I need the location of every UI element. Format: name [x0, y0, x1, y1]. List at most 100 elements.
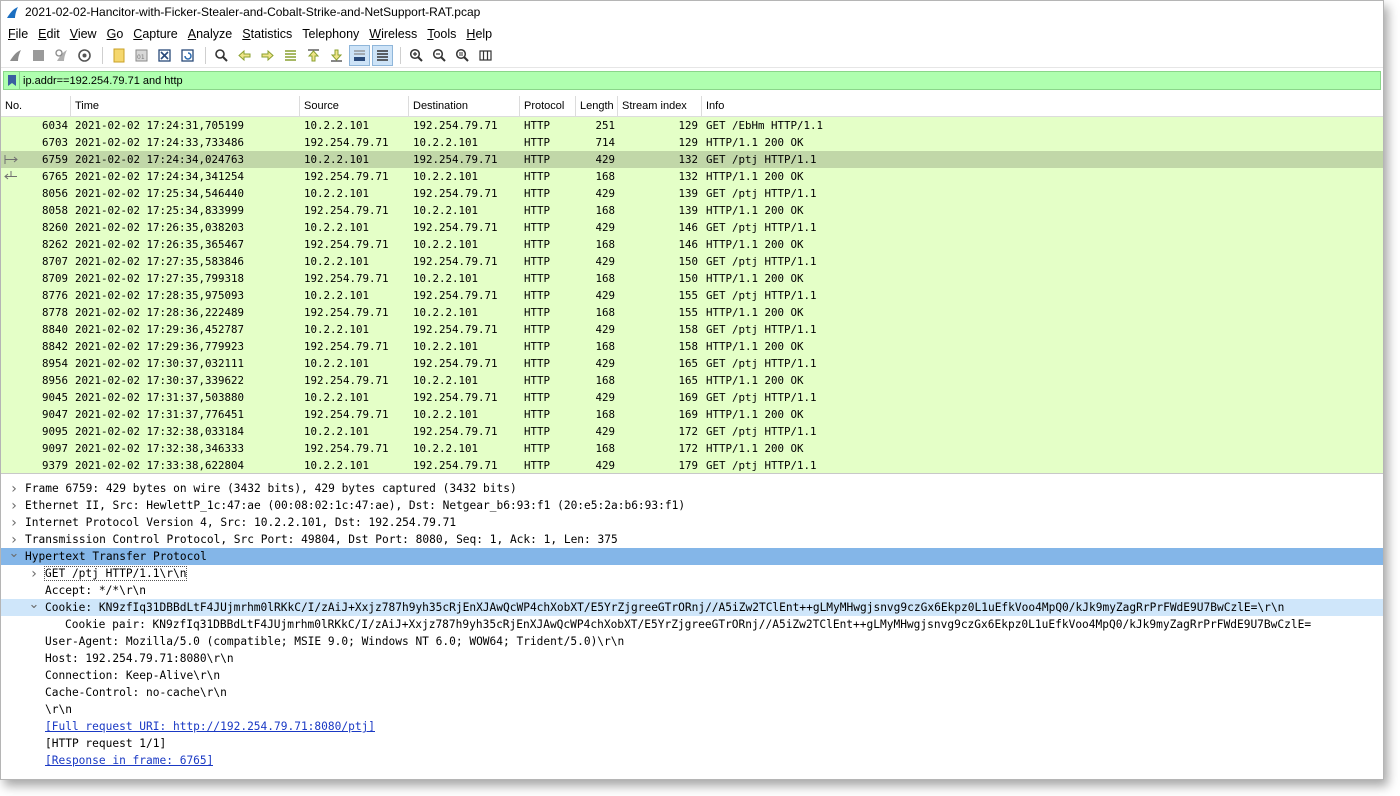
menu-go[interactable]: Go: [102, 27, 129, 41]
detail-tree-item[interactable]: › Frame 6759: 429 bytes on wire (3432 bit…: [1, 480, 1383, 497]
packet-time-text: 2021-02-02 17:24:33,733486: [75, 136, 245, 149]
menu-tools[interactable]: Tools: [422, 27, 461, 41]
packet-length: 429: [576, 253, 618, 270]
packet-source-text: 10.2.2.101: [304, 221, 370, 234]
detail-link[interactable]: [Full request URI: http://192.254.79.71:…: [45, 720, 375, 733]
packet-protocol: HTTP: [520, 134, 576, 151]
column-header-destination[interactable]: Destination: [409, 96, 520, 116]
colorize-icon[interactable]: [372, 45, 393, 66]
detail-tree-item[interactable]: User-Agent: Mozilla/5.0 (compatible; MSI…: [1, 633, 1383, 650]
packet-source-text: 10.2.2.101: [304, 119, 370, 132]
packet-row[interactable]: 8058 2021-02-02 17:25:34,833999 192.254.79…: [1, 202, 1383, 219]
packet-row[interactable]: 8778 2021-02-02 17:28:36,222489 192.254.79…: [1, 304, 1383, 321]
detail-tree-item[interactable]: › Ethernet II, Src: HewlettP_1c:47:ae (00…: [1, 497, 1383, 514]
chevron-down-icon[interactable]: ⌄: [27, 596, 41, 613]
chevron-right-icon[interactable]: ›: [27, 565, 41, 582]
packet-destination-text: 10.2.2.101: [413, 340, 479, 353]
column-header-length[interactable]: Length: [576, 96, 618, 116]
packet-row[interactable]: 6034 2021-02-02 17:24:31,705199 10.2.2.101…: [1, 117, 1383, 134]
close-file-icon[interactable]: [154, 45, 175, 66]
packet-row[interactable]: 8056 2021-02-02 17:25:34,546440 10.2.2.101…: [1, 185, 1383, 202]
zoom-out-icon[interactable]: [429, 45, 450, 66]
column-header-source[interactable]: Source: [300, 96, 409, 116]
packet-row[interactable]: 9097 2021-02-02 17:32:38,346333 192.254.79…: [1, 440, 1383, 457]
detail-tree-item[interactable]: ⌄ Hypertext Transfer Protocol: [1, 545, 1383, 565]
packet-row[interactable]: 9095 2021-02-02 17:32:38,033184 10.2.2.101…: [1, 423, 1383, 440]
go-to-packet-icon[interactable]: [280, 45, 301, 66]
detail-link[interactable]: [Response in frame: 6765]: [45, 754, 213, 767]
menu-help[interactable]: Help: [461, 27, 497, 41]
column-header-protocol[interactable]: Protocol: [520, 96, 576, 116]
zoom-in-icon[interactable]: [406, 45, 427, 66]
packet-row[interactable]: 9047 2021-02-02 17:31:37,776451 192.254.79…: [1, 406, 1383, 423]
packet-row[interactable]: 9379 2021-02-02 17:33:38,622804 10.2.2.101…: [1, 457, 1383, 473]
chevron-right-icon[interactable]: ›: [7, 497, 21, 514]
capture-options-icon[interactable]: [74, 45, 95, 66]
menu-capture[interactable]: Capture: [128, 27, 182, 41]
zoom-normal-icon[interactable]: [452, 45, 473, 66]
packet-row[interactable]: 8842 2021-02-02 17:29:36,779923 192.254.79…: [1, 338, 1383, 355]
chevron-right-icon[interactable]: ›: [7, 480, 21, 497]
menu-analyze[interactable]: Analyze: [183, 27, 237, 41]
filter-bookmark-icon[interactable]: [4, 72, 20, 89]
detail-tree-item[interactable]: [HTTP request 1/1]: [1, 735, 1383, 752]
packet-time: 2021-02-02 17:32:38,346333: [71, 440, 300, 457]
chevron-right-icon[interactable]: ›: [7, 514, 21, 531]
column-header-no[interactable]: No.: [1, 96, 71, 116]
menu-statistics[interactable]: Statistics: [237, 27, 297, 41]
column-header-time[interactable]: Time: [71, 96, 300, 116]
save-file-icon[interactable]: 01: [131, 45, 152, 66]
find-packet-icon[interactable]: [211, 45, 232, 66]
detail-tree-item[interactable]: › Transmission Control Protocol, Src Port…: [1, 531, 1383, 548]
display-filter-input[interactable]: ip.addr==192.254.79.71 and http: [20, 75, 183, 87]
menu-edit[interactable]: Edit: [33, 27, 65, 41]
packet-destination: 192.254.79.71: [409, 355, 520, 372]
main-toolbar: 01: [1, 44, 1383, 68]
packet-row[interactable]: 8262 2021-02-02 17:26:35,365467 192.254.79…: [1, 236, 1383, 253]
packet-row[interactable]: 6759 2021-02-02 17:24:34,024763 10.2.2.101…: [1, 151, 1383, 168]
detail-tree-item[interactable]: \r\n: [1, 701, 1383, 718]
detail-tree-item[interactable]: Cookie pair: KN9zfIq31DBBdLtF4JUjmrhm0lR…: [1, 616, 1383, 633]
detail-tree-item[interactable]: [Response in frame: 6765]: [1, 752, 1383, 769]
go-forward-icon[interactable]: [257, 45, 278, 66]
reload-file-icon[interactable]: [177, 45, 198, 66]
detail-tree-item[interactable]: ⌄ Cookie: KN9zfIq31DBBdLtF4JUjmrhm0lRKkC/…: [1, 596, 1383, 616]
detail-tree-item[interactable]: Host: 192.254.79.71:8080\r\n: [1, 650, 1383, 667]
menu-telephony[interactable]: Telephony: [297, 27, 364, 41]
menu-wireless[interactable]: Wireless: [364, 27, 422, 41]
detail-tree-item[interactable]: › GET /ptj HTTP/1.1\r\n: [1, 565, 1383, 582]
display-filter-bar[interactable]: ip.addr==192.254.79.71 and http: [3, 71, 1381, 90]
menu-label: nalyze: [196, 26, 233, 41]
detail-tree-item[interactable]: Connection: Keep-Alive\r\n: [1, 667, 1383, 684]
chevron-down-icon[interactable]: ⌄: [7, 545, 21, 562]
go-first-icon[interactable]: [303, 45, 324, 66]
menu-file[interactable]: File: [3, 27, 33, 41]
packet-number-text: 6759: [41, 153, 68, 166]
stop-capture-icon[interactable]: [28, 45, 49, 66]
detail-tree-item[interactable]: Accept: */*\r\n: [1, 582, 1383, 599]
column-header-stream-index[interactable]: Stream index: [618, 96, 702, 116]
resize-columns-icon[interactable]: [475, 45, 496, 66]
detail-tree-item[interactable]: Cache-Control: no-cache\r\n: [1, 684, 1383, 701]
restart-capture-icon[interactable]: [51, 45, 72, 66]
menu-view[interactable]: View: [65, 27, 102, 41]
packet-row[interactable]: 8709 2021-02-02 17:27:35,799318 192.254.79…: [1, 270, 1383, 287]
packet-row[interactable]: 8776 2021-02-02 17:28:35,975093 10.2.2.101…: [1, 287, 1383, 304]
packet-row[interactable]: 9045 2021-02-02 17:31:37,503880 10.2.2.101…: [1, 389, 1383, 406]
detail-tree-item[interactable]: › Internet Protocol Version 4, Src: 10.2.…: [1, 514, 1383, 531]
packet-row[interactable]: 8707 2021-02-02 17:27:35,583846 10.2.2.101…: [1, 253, 1383, 270]
go-last-icon[interactable]: [326, 45, 347, 66]
packet-row[interactable]: 8260 2021-02-02 17:26:35,038203 10.2.2.101…: [1, 219, 1383, 236]
packet-length-text: 429: [595, 391, 615, 404]
autoscroll-icon[interactable]: [349, 45, 370, 66]
packet-row[interactable]: 8956 2021-02-02 17:30:37,339622 192.254.79…: [1, 372, 1383, 389]
packet-row[interactable]: 6703 2021-02-02 17:24:33,733486 192.254.79…: [1, 134, 1383, 151]
column-header-info[interactable]: Info: [702, 96, 1383, 116]
go-back-icon[interactable]: [234, 45, 255, 66]
packet-row[interactable]: 8954 2021-02-02 17:30:37,032111 10.2.2.101…: [1, 355, 1383, 372]
open-file-icon[interactable]: [108, 45, 129, 66]
packet-row[interactable]: 6765 2021-02-02 17:24:34,341254 192.254.79…: [1, 168, 1383, 185]
shark-fin-start-icon[interactable]: [5, 45, 26, 66]
detail-tree-item[interactable]: [Full request URI: http://192.254.79.71:…: [1, 718, 1383, 735]
packet-row[interactable]: 8840 2021-02-02 17:29:36,452787 10.2.2.101…: [1, 321, 1383, 338]
